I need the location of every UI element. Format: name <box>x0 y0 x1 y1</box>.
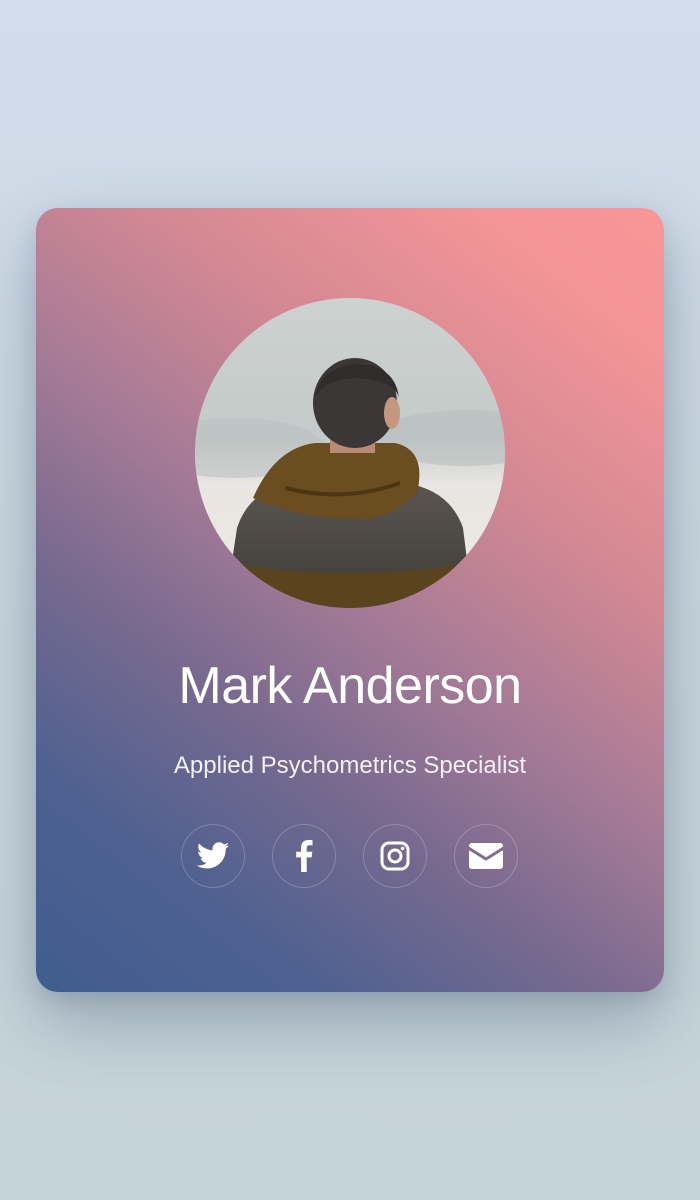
twitter-icon <box>197 842 229 869</box>
email-icon <box>469 843 503 869</box>
avatar <box>195 298 505 608</box>
twitter-button[interactable] <box>181 824 245 888</box>
instagram-button[interactable] <box>363 824 427 888</box>
profile-card: Mark Anderson Applied Psychometrics Spec… <box>36 208 664 992</box>
email-button[interactable] <box>454 824 518 888</box>
profile-name: Mark Anderson <box>178 657 522 715</box>
social-links <box>181 824 521 890</box>
facebook-icon <box>296 840 313 872</box>
avatar-photo <box>195 298 505 608</box>
instagram-icon <box>380 841 410 871</box>
facebook-button[interactable] <box>272 824 336 888</box>
profile-title: Applied Psychometrics Specialist <box>173 752 527 779</box>
